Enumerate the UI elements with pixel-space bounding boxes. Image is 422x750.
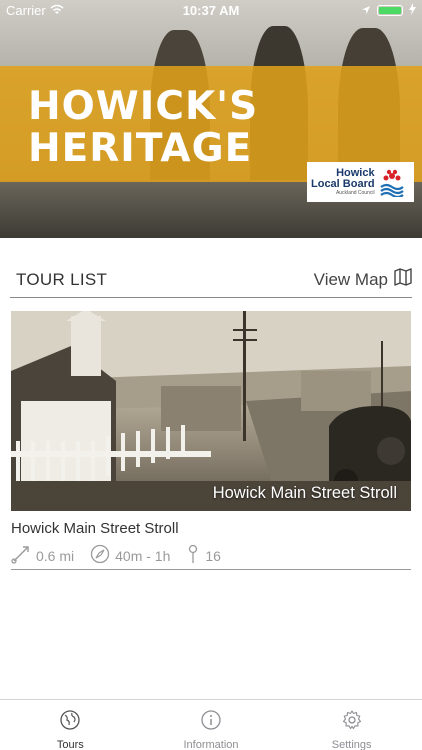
historic-street-photo bbox=[11, 311, 411, 511]
distance-arrow-icon bbox=[11, 544, 31, 567]
tab-settings-label: Settings bbox=[331, 739, 372, 750]
tour-duration-value: 40m - 1h bbox=[115, 547, 171, 564]
tour-list-header: TOUR LIST View Map bbox=[10, 262, 412, 298]
view-map-label: View Map bbox=[313, 269, 388, 289]
battery-icon bbox=[377, 4, 403, 16]
hero-title-line1: HOWICK'S bbox=[28, 84, 259, 129]
tour-distance-value: 0.6 mi bbox=[36, 547, 75, 564]
tour-distance: 0.6 mi bbox=[11, 544, 74, 567]
tour-card-image[interactable]: Howick Main Street Stroll bbox=[11, 311, 411, 511]
tab-information[interactable]: Information bbox=[141, 700, 282, 750]
logo-text-line1: Howick bbox=[336, 166, 375, 179]
tab-information-label: Information bbox=[183, 739, 239, 750]
tour-card-meta: 0.6 mi 40m - 1h 16 bbox=[11, 542, 411, 570]
tab-tours-label: Tours bbox=[56, 739, 84, 750]
hero-banner: HOWICK'S HERITAGE Howick Local Board Auc… bbox=[0, 0, 422, 238]
hero-title-line2: HERITAGE bbox=[28, 126, 253, 171]
tab-settings[interactable]: Settings bbox=[281, 700, 422, 750]
compass-icon bbox=[90, 544, 110, 567]
tour-duration: 40m - 1h bbox=[90, 544, 170, 567]
tab-tours[interactable]: Tours bbox=[0, 700, 141, 750]
globe-icon bbox=[59, 709, 81, 736]
logo-text-line3: Auckland Council bbox=[335, 189, 375, 196]
status-bar: Carrier 10:37 AM bbox=[0, 0, 422, 20]
gear-icon bbox=[341, 709, 363, 736]
hero-title: HOWICK'S HERITAGE bbox=[28, 86, 258, 170]
tour-card-title[interactable]: Howick Main Street Stroll bbox=[11, 520, 179, 537]
tour-stops: 16 bbox=[186, 544, 221, 567]
pin-icon bbox=[186, 544, 200, 567]
pohutukawa-logo-icon bbox=[379, 167, 405, 199]
status-time: 10:37 AM bbox=[182, 2, 240, 18]
logo-text-line2: Local Board bbox=[311, 177, 375, 190]
view-map-button[interactable]: View Map bbox=[314, 268, 412, 291]
tour-card-caption: Howick Main Street Stroll bbox=[212, 484, 397, 502]
tab-bar: Tours Information Settings bbox=[0, 699, 422, 750]
howick-local-board-logo: Howick Local Board Auckland Council bbox=[307, 162, 414, 202]
map-icon bbox=[394, 268, 412, 291]
info-icon bbox=[200, 709, 222, 736]
tour-stops-value: 16 bbox=[205, 547, 221, 564]
tour-list-title: TOUR LIST bbox=[16, 269, 108, 289]
